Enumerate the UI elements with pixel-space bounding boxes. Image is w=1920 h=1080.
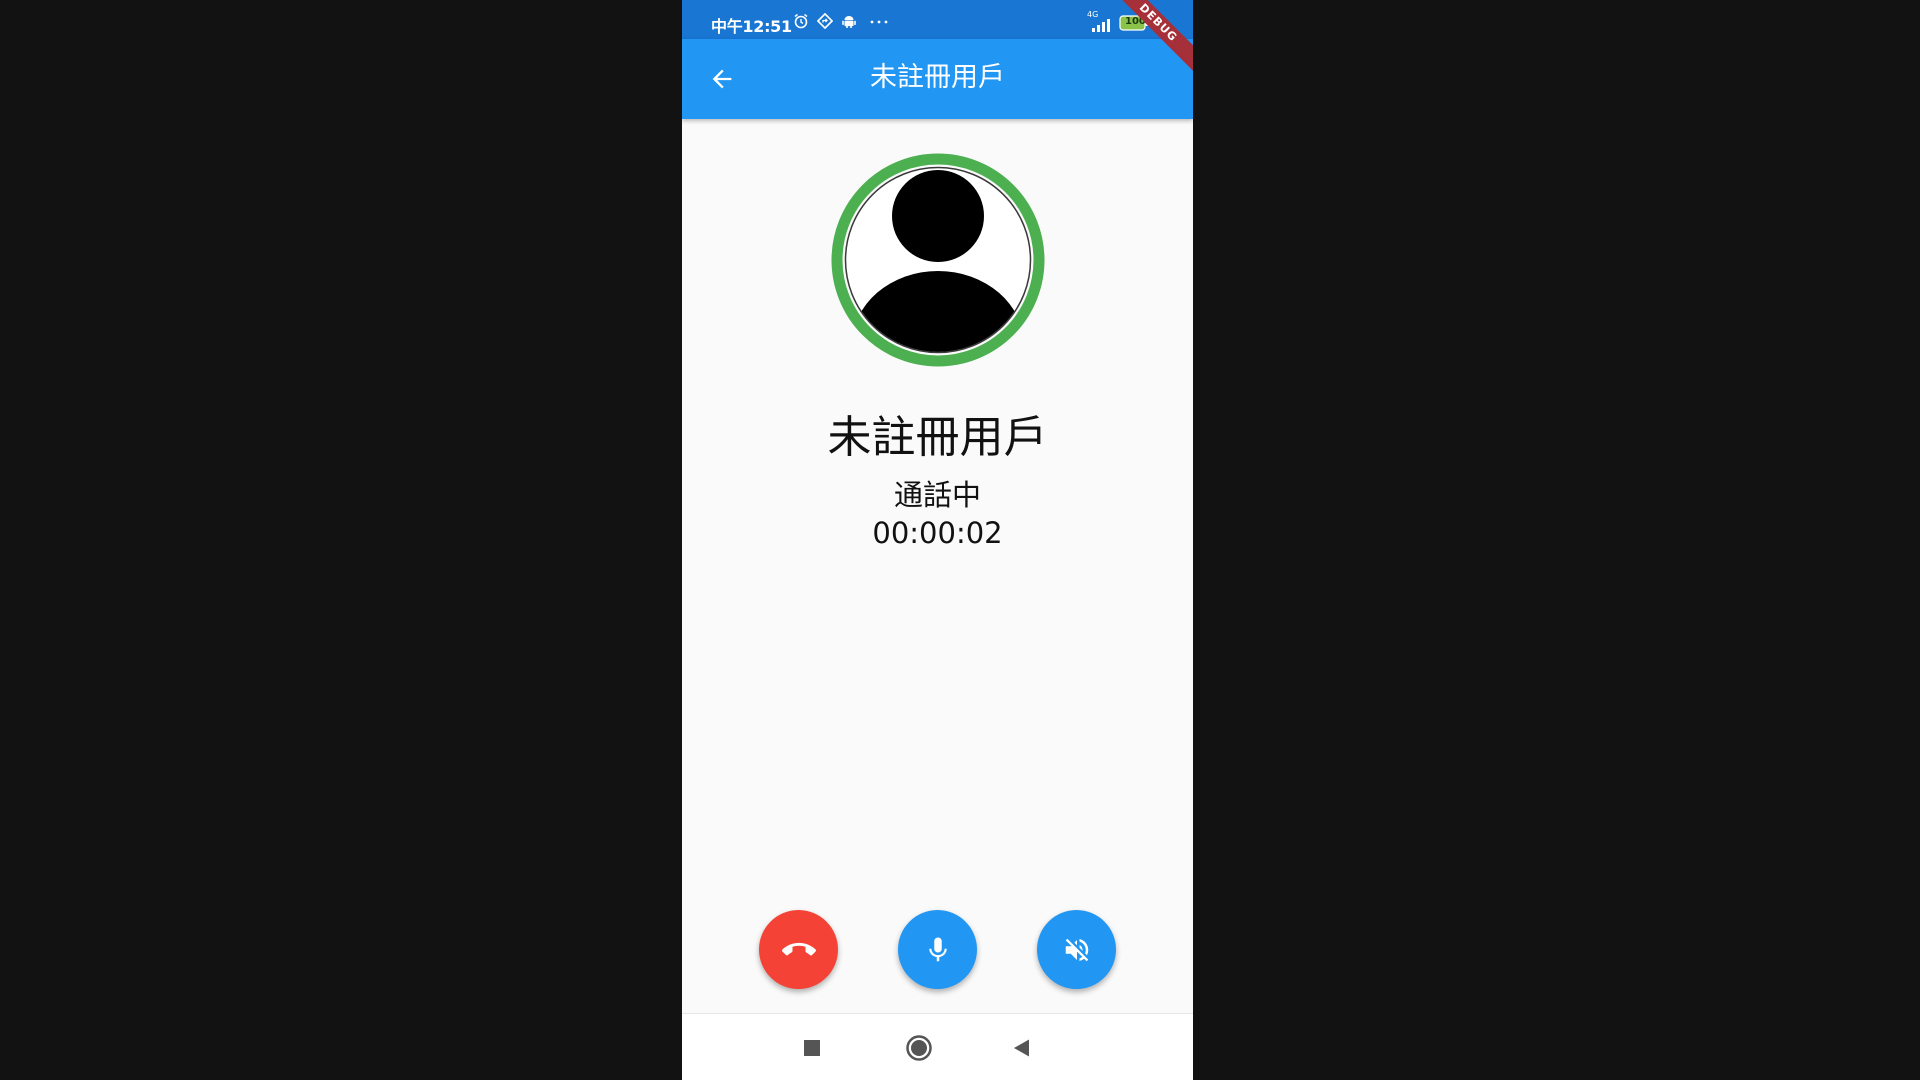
phone-screen: 中午12:51 4G 100 未註冊用戶 DEBUG 未註冊用戶 通話中 00:… xyxy=(682,0,1193,1080)
android-icon xyxy=(841,13,857,33)
triangle-back-icon xyxy=(1014,1039,1029,1057)
mic-button[interactable] xyxy=(898,910,977,989)
speaker-mute-button[interactable] xyxy=(1037,910,1116,989)
mic-icon xyxy=(928,937,947,961)
status-time: 中午12:51 xyxy=(711,17,792,36)
page-title: 未註冊用戶 xyxy=(870,62,1005,93)
hang-up-button[interactable] xyxy=(759,910,838,989)
app-bar: 未註冊用戶 xyxy=(682,39,1193,119)
call-end-icon xyxy=(781,942,816,955)
square-icon xyxy=(804,1040,820,1056)
signal-icon xyxy=(1086,17,1112,36)
system-nav-bar xyxy=(682,1013,1193,1080)
recent-apps-button[interactable] xyxy=(794,1030,830,1066)
contact-name: 未註冊用戶 xyxy=(827,412,1048,463)
status-bar: 中午12:51 4G 100 xyxy=(682,0,1193,39)
call-timer: 00:00:02 xyxy=(872,516,1003,550)
avatar xyxy=(831,153,1045,367)
more-dots-icon xyxy=(869,13,889,33)
volume-off-icon xyxy=(1065,938,1088,961)
circle-icon xyxy=(906,1035,932,1061)
home-button[interactable] xyxy=(901,1030,937,1066)
system-back-button[interactable] xyxy=(1004,1030,1040,1066)
alarm-icon xyxy=(793,13,809,33)
navigation-diamond-icon xyxy=(816,12,834,33)
call-status: 通話中 xyxy=(893,478,981,512)
person-avatar-icon xyxy=(831,153,1045,367)
